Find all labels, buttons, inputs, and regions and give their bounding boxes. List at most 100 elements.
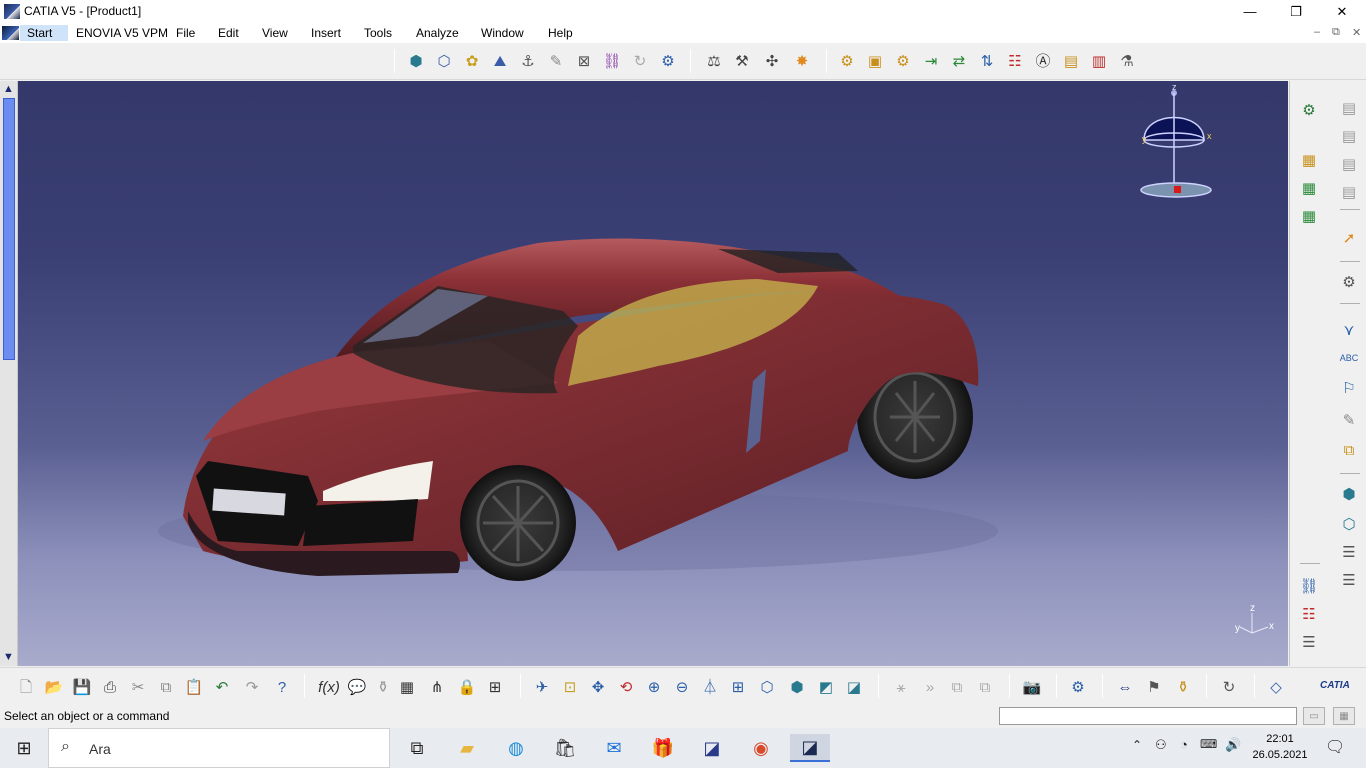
doc-stack-icon[interactable]: ▤: [1338, 125, 1360, 147]
settings-icon[interactable]: ⚙: [836, 50, 858, 72]
formula-icon[interactable]: f(x): [318, 676, 340, 698]
part-icon[interactable]: ◇: [1265, 676, 1287, 698]
menu-analyze[interactable]: Analyze: [416, 25, 459, 41]
rotate-icon[interactable]: ⟲: [615, 676, 637, 698]
component-icon[interactable]: ✿: [461, 50, 483, 72]
minimize-button[interactable]: —: [1227, 0, 1273, 23]
windows-start-icon[interactable]: ⊞: [9, 734, 39, 762]
part-icon[interactable]: ⬡: [433, 50, 455, 72]
zoom-out-icon[interactable]: ⊖: [671, 676, 693, 698]
fit-all-icon[interactable]: ⊡: [559, 676, 581, 698]
catalog-icon[interactable]: ▣: [864, 50, 886, 72]
refresh-icon[interactable]: ↻: [1218, 676, 1240, 698]
knowledge-icon[interactable]: ⚱: [372, 676, 394, 698]
close-button[interactable]: ✕: [1319, 0, 1365, 23]
new-icon[interactable]: 🗋: [15, 676, 37, 698]
measure-icon[interactable]: ⇔: [1114, 676, 1136, 698]
insert-icon[interactable]: ⇥: [920, 50, 942, 72]
product-check-icon[interactable]: ▦: [1298, 205, 1320, 227]
open-icon[interactable]: 📂: [43, 676, 65, 698]
command-input[interactable]: [999, 707, 1297, 725]
catia-icon[interactable]: ◪: [697, 734, 727, 762]
abc-annotation-icon[interactable]: ABC: [1338, 347, 1360, 369]
bottle-icon[interactable]: ⚱: [1172, 676, 1194, 698]
undo-icon[interactable]: ↶: [211, 676, 233, 698]
link-icon[interactable]: ⛓: [601, 50, 623, 72]
scroll-down-arrow-icon[interactable]: ▼: [3, 651, 14, 663]
refresh-icon[interactable]: ↻: [629, 50, 651, 72]
restore-button[interactable]: ❐: [1273, 0, 1319, 23]
stamp-icon[interactable]: ▤: [1060, 50, 1082, 72]
menu-edit[interactable]: Edit: [218, 25, 239, 41]
swap-icon[interactable]: ◪: [843, 676, 865, 698]
doc-stack-icon[interactable]: ▤: [1338, 181, 1360, 203]
text-icon[interactable]: Ⓐ: [1032, 50, 1054, 72]
mdi-close-button[interactable]: ✕: [1352, 26, 1361, 39]
notification-icon[interactable]: 🗨: [1325, 737, 1345, 757]
redo-icon[interactable]: ↷: [241, 676, 263, 698]
product-icon[interactable]: ⬢: [405, 50, 427, 72]
flag-icon[interactable]: ⚐: [1338, 377, 1360, 399]
mdi-minimize-button[interactable]: –: [1314, 26, 1320, 38]
pin-icon[interactable]: ⚑: [1143, 676, 1165, 698]
table-icon[interactable]: ▦: [396, 676, 418, 698]
gear-icon[interactable]: ⚙: [1298, 99, 1320, 121]
move-icon[interactable]: ⚓: [517, 50, 539, 72]
reorder-icon[interactable]: ⇅: [976, 50, 998, 72]
stack2-icon[interactable]: ⧉: [974, 676, 996, 698]
menu-help[interactable]: Help: [548, 25, 573, 41]
doc-stack-icon[interactable]: ▤: [1338, 97, 1360, 119]
assembly-icon[interactable]: ⛰: [489, 50, 511, 72]
camera-icon[interactable]: 📷: [1021, 676, 1043, 698]
comment-icon[interactable]: 💬: [346, 676, 368, 698]
product-stack-icon[interactable]: ▦: [1298, 149, 1320, 171]
store-icon[interactable]: 🛍: [550, 734, 580, 762]
filter-icon[interactable]: ⚗: [1116, 50, 1138, 72]
menu-window[interactable]: Window: [481, 25, 524, 41]
arrow-icon[interactable]: »: [919, 676, 941, 698]
fix-icon[interactable]: ⚒: [731, 50, 753, 72]
explode-icon[interactable]: ✸: [791, 50, 813, 72]
tree-alt-icon[interactable]: ☰: [1338, 569, 1360, 591]
workbench-icon[interactable]: ⚙: [1067, 676, 1089, 698]
volume-icon[interactable]: 🔊: [1225, 737, 1241, 753]
gear-select-icon[interactable]: ⚙: [1338, 271, 1360, 293]
cube-alt-icon[interactable]: ⬡: [1338, 513, 1360, 535]
compass-icon[interactable]: [1134, 85, 1224, 205]
pan-icon[interactable]: ✥: [587, 676, 609, 698]
replace-icon[interactable]: ⇄: [948, 50, 970, 72]
car-model[interactable]: [18, 81, 1288, 666]
sketch-icon[interactable]: ✎: [545, 50, 567, 72]
gear-icon[interactable]: ⚙: [657, 50, 679, 72]
multi-view-icon[interactable]: ⊞: [727, 676, 749, 698]
measure-icon[interactable]: ⋎: [1338, 319, 1360, 341]
select-icon[interactable]: ⊠: [573, 50, 595, 72]
chevron-up-icon[interactable]: ⌃: [1132, 738, 1142, 752]
graph-icon[interactable]: ☷: [1004, 50, 1026, 72]
taskbar-clock[interactable]: 22:01 26.05.2021: [1250, 731, 1310, 763]
pencil-icon[interactable]: ✎: [1338, 409, 1360, 431]
tree-icon[interactable]: ☰: [1338, 541, 1360, 563]
paste-icon[interactable]: 📋: [183, 676, 205, 698]
mail-icon[interactable]: ✉: [599, 734, 629, 762]
menu-start[interactable]: Start: [20, 25, 68, 41]
task-view-icon[interactable]: ⧉: [402, 734, 432, 762]
print-icon[interactable]: ⎙: [99, 676, 121, 698]
lock-icon[interactable]: 🔒: [456, 676, 478, 698]
tree-icon[interactable]: ⋔: [426, 676, 448, 698]
doc-stack-icon[interactable]: ▤: [1338, 153, 1360, 175]
snap-icon[interactable]: ✣: [761, 50, 783, 72]
gift-icon[interactable]: 🎁: [648, 734, 678, 762]
save-icon[interactable]: 💾: [71, 676, 93, 698]
tree-link-icon[interactable]: ⛓: [1298, 575, 1320, 597]
wifi-icon[interactable]: ◔: [1180, 737, 1188, 752]
normal-view-icon[interactable]: ⏃: [699, 676, 721, 698]
cursor-icon[interactable]: ➚: [1338, 227, 1360, 249]
taskbar-search[interactable]: ⌕ Ara: [48, 728, 390, 768]
mdi-restore-button[interactable]: ⧉: [1332, 26, 1340, 39]
render-icon[interactable]: ⬢: [786, 676, 808, 698]
cube-icon[interactable]: ⬢: [1338, 483, 1360, 505]
zoom-in-icon[interactable]: ⊕: [643, 676, 665, 698]
iso-view-icon[interactable]: ⬡: [756, 676, 778, 698]
menu-view[interactable]: View: [262, 25, 288, 41]
